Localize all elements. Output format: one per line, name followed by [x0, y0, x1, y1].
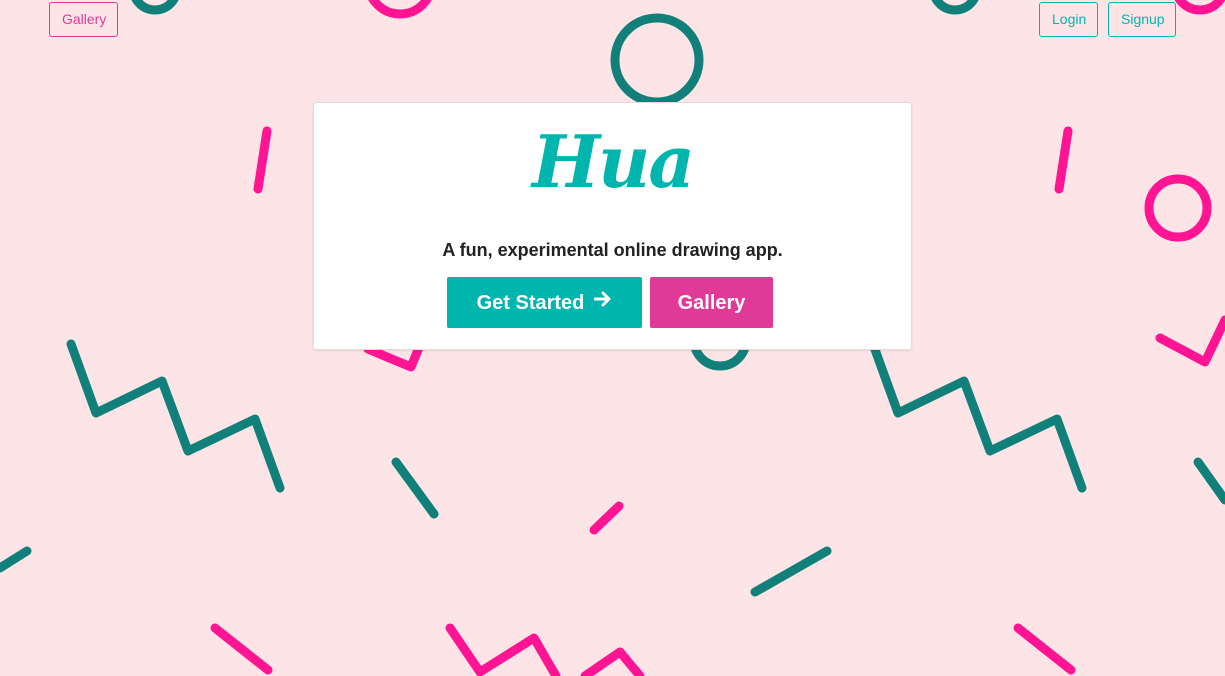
login-button[interactable]: Login	[1039, 2, 1098, 37]
hero-card: Hua A fun, experimental online drawing a…	[313, 102, 912, 350]
app-logo: Hua	[531, 119, 695, 204]
signup-button[interactable]: Signup	[1108, 2, 1176, 37]
gallery-button[interactable]: Gallery	[650, 277, 773, 328]
nav-gallery-button[interactable]: Gallery	[49, 2, 118, 37]
tagline: A fun, experimental online drawing app.	[442, 240, 783, 260]
arrow-right-icon	[593, 276, 612, 327]
get-started-label: Get Started	[476, 292, 585, 314]
get-started-button[interactable]: Get Started	[447, 277, 642, 328]
